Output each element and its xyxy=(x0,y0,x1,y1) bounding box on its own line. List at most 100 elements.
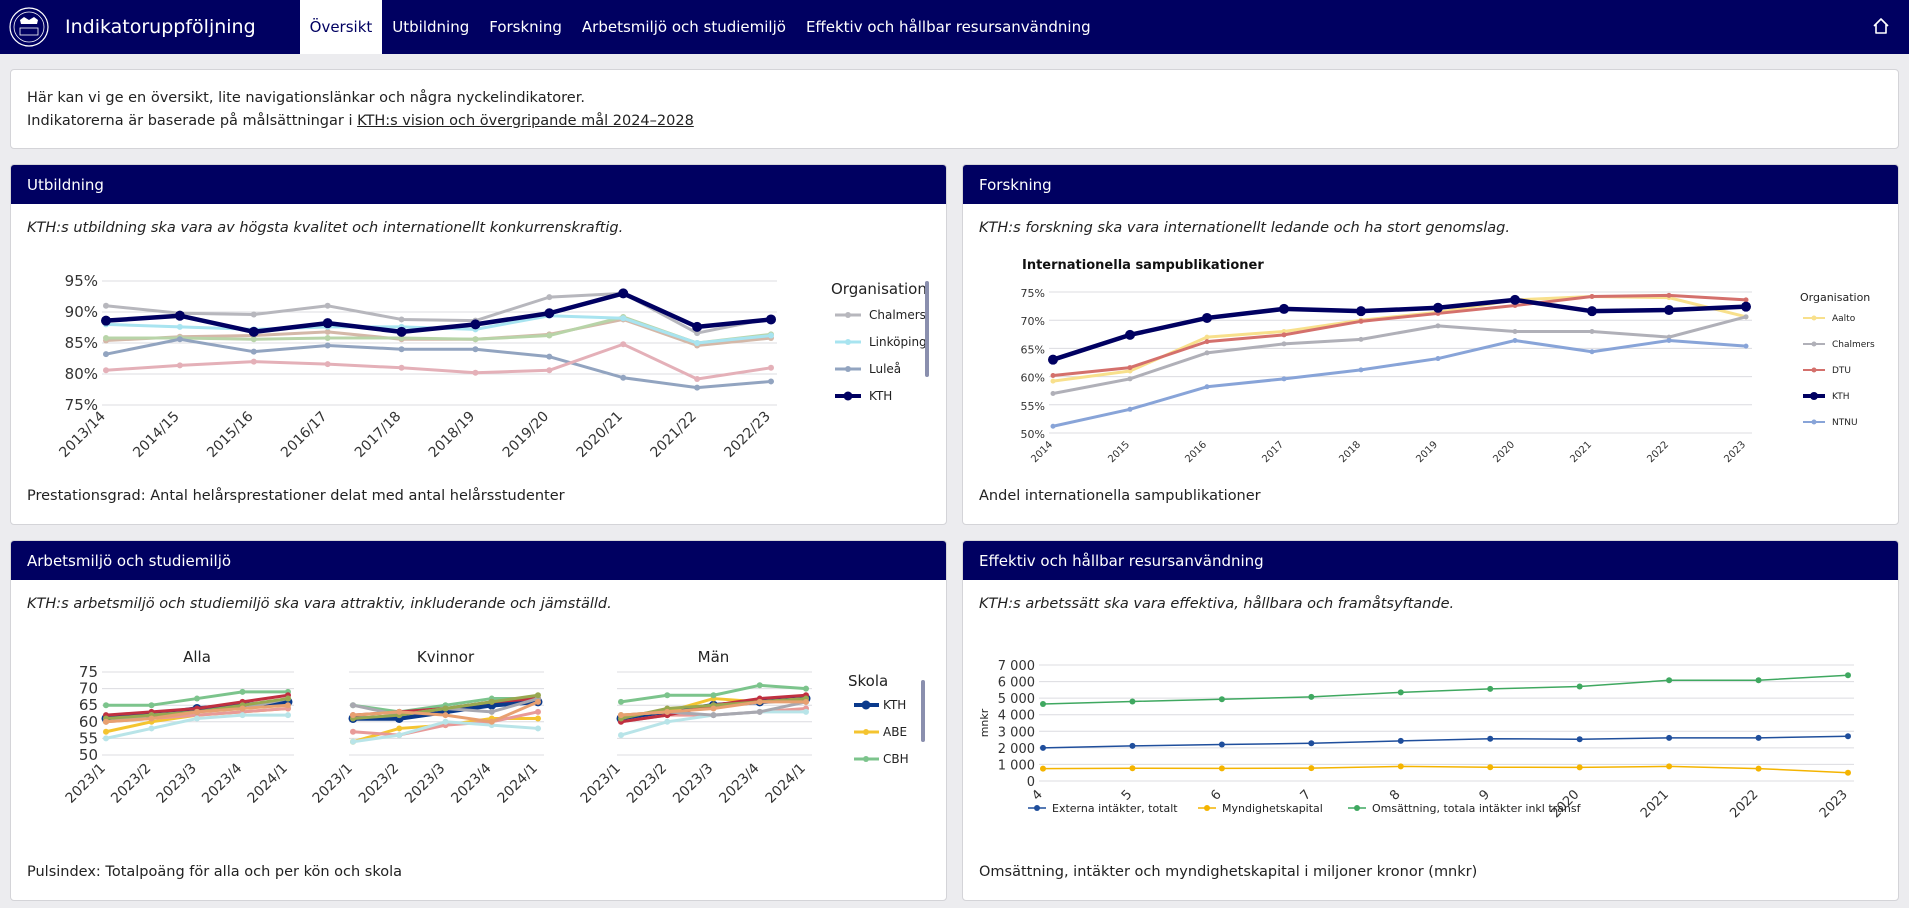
legend-label: Omsättning, totala intäkter inkl transf xyxy=(1372,802,1582,815)
y-tick-label: 65% xyxy=(1021,343,1045,356)
x-tick-label: 2019 xyxy=(1414,439,1440,465)
data-point xyxy=(766,314,776,325)
data-point xyxy=(1487,764,1494,771)
panel-title: Män xyxy=(698,648,730,666)
legend-marker xyxy=(861,700,871,710)
legend-marker xyxy=(863,729,869,735)
legend-marker xyxy=(1811,341,1817,347)
x-tick-label: 2021/22 xyxy=(647,409,699,461)
app-title[interactable]: Indikatoruppföljning xyxy=(65,16,256,38)
data-point xyxy=(285,695,291,702)
card-title[interactable]: Forskning xyxy=(963,165,1898,204)
data-point xyxy=(1127,365,1133,371)
data-point xyxy=(1281,376,1287,382)
data-point xyxy=(1512,338,1518,344)
data-point xyxy=(1589,328,1595,334)
data-point xyxy=(472,336,479,343)
data-point xyxy=(194,708,200,715)
data-point xyxy=(350,728,356,735)
card-title[interactable]: Effektiv och hållbar resursanvändning xyxy=(963,541,1898,580)
data-point xyxy=(103,728,109,735)
vision-link[interactable]: KTH:s vision och övergripande mål 2024–2… xyxy=(357,113,694,129)
y-tick-label: 50 xyxy=(79,746,98,764)
y-tick-label: 2 000 xyxy=(998,742,1035,757)
x-tick-label: 2022 xyxy=(1727,787,1761,821)
data-point xyxy=(1576,683,1583,690)
card-title[interactable]: Arbetsmiljö och studiemiljö xyxy=(11,541,946,580)
data-point xyxy=(546,294,553,301)
x-tick-label: 2015 xyxy=(1106,439,1132,465)
chart-pulsindex: Alla5055606570752023/1 2023/2 2023/3 2023/4… xyxy=(63,648,925,807)
legend-title: Organisation xyxy=(831,280,927,298)
data-point xyxy=(239,712,246,719)
x-tick-label: 2013/14 xyxy=(56,408,109,461)
x-tick-label: 2016 xyxy=(1183,439,1209,465)
data-point xyxy=(194,715,200,722)
legend-marker xyxy=(1034,805,1040,811)
legend-label: Myndighetskapital xyxy=(1222,802,1323,815)
nav-tab-oversikt[interactable]: Översikt xyxy=(299,0,383,54)
y-tick-label: 1 000 xyxy=(998,758,1035,773)
data-point xyxy=(546,367,553,374)
data-point xyxy=(1040,700,1046,707)
data-point xyxy=(1743,343,1749,349)
data-point xyxy=(470,319,481,330)
data-point xyxy=(103,302,109,309)
y-tick-label: 65 xyxy=(79,696,98,714)
nav-tab-forskning[interactable]: Forskning xyxy=(479,0,572,54)
home-icon[interactable] xyxy=(1871,16,1891,36)
data-point xyxy=(664,708,671,715)
legend-marker xyxy=(1811,419,1817,425)
series-line xyxy=(1052,297,1747,362)
nav-tab-arbetsmiljo[interactable]: Arbetsmiljö och studiemiljö xyxy=(572,0,796,54)
legend-label: NTNU xyxy=(1832,418,1858,428)
data-point xyxy=(803,698,809,705)
data-point xyxy=(1048,354,1058,365)
x-tick-label: 2023/4 xyxy=(199,760,245,806)
data-point xyxy=(768,378,774,385)
card-title[interactable]: Utbildning xyxy=(11,165,946,204)
y-tick-label: 70 xyxy=(79,680,98,698)
data-point xyxy=(1358,367,1364,373)
data-point xyxy=(768,332,774,339)
nav-tab-resursanvandning[interactable]: Effektiv och hållbar resursanvändning xyxy=(796,0,1101,54)
data-point xyxy=(1308,740,1315,747)
x-tick-label: 2023/4 xyxy=(716,760,762,806)
legend-label: KTH xyxy=(869,389,892,403)
series-line xyxy=(1052,339,1747,428)
legend-marker xyxy=(845,312,851,318)
x-tick-label: 2014/15 xyxy=(130,409,182,461)
data-point xyxy=(239,705,246,712)
data-point xyxy=(1433,302,1443,313)
intro-text-line2: Indikatorerna är baserade på målsättning… xyxy=(27,110,1882,133)
card-subtitle: KTH:s arbetssätt ska vara effektiva, hål… xyxy=(979,596,1455,612)
legend-label: KTH xyxy=(883,698,906,712)
x-tick-label: 2024/1 xyxy=(245,761,291,807)
y-axis-label: mnkr xyxy=(978,708,991,737)
data-point xyxy=(756,698,763,705)
x-tick-label: 2015/16 xyxy=(204,408,257,461)
data-point xyxy=(250,358,257,365)
data-point xyxy=(1666,677,1673,684)
legend-entries: KTH ABE CBH xyxy=(854,698,909,766)
data-point xyxy=(103,702,109,709)
legend-label: Chalmers xyxy=(869,308,926,322)
data-point xyxy=(1666,338,1672,344)
data-point xyxy=(1308,693,1315,700)
data-point xyxy=(1512,328,1518,334)
x-tick-label: 2023/2 xyxy=(624,761,670,807)
y-tick-label: 3 000 xyxy=(998,725,1035,740)
data-point xyxy=(768,364,774,371)
legend-title: Organisation xyxy=(1800,291,1870,304)
legend-marker xyxy=(1811,367,1817,373)
data-point xyxy=(1127,406,1133,412)
legend-label: Externa intäkter, totalt xyxy=(1052,802,1178,815)
data-point xyxy=(535,692,541,699)
data-point xyxy=(174,310,185,321)
y-tick-label: 60 xyxy=(79,713,98,731)
nav-tab-utbildning[interactable]: Utbildning xyxy=(382,0,479,54)
data-point xyxy=(1204,334,1210,340)
kth-logo[interactable] xyxy=(9,7,49,47)
x-tick-label: 2023/3 xyxy=(402,761,448,807)
data-point xyxy=(1202,312,1212,323)
